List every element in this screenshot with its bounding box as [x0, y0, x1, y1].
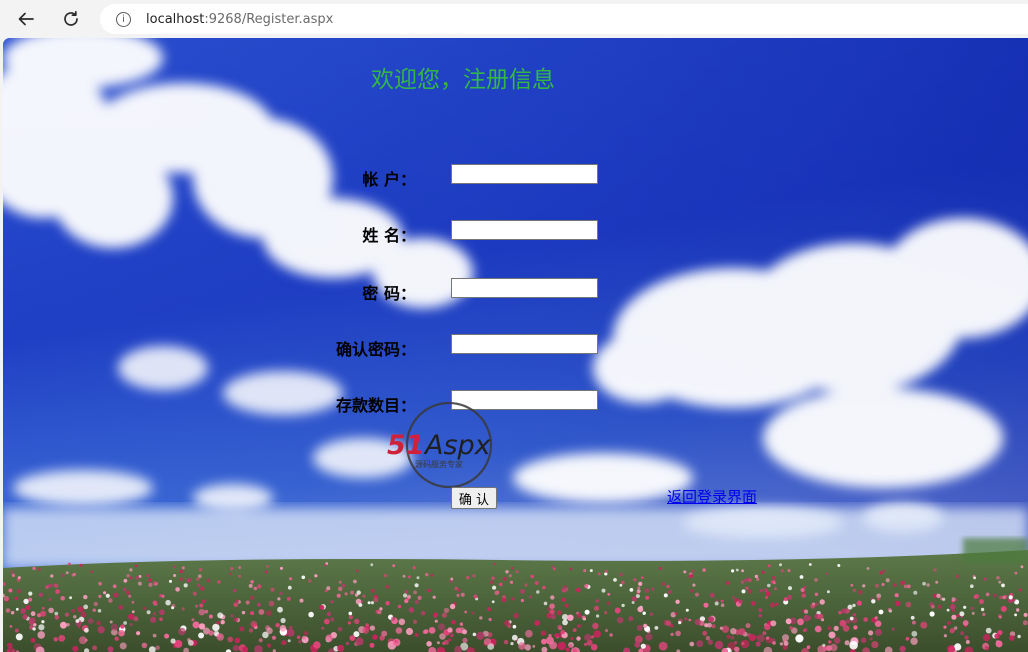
back-button[interactable]: [11, 5, 41, 33]
confirm-password-row: 确认密码：: [3, 334, 1028, 359]
confirm-password-label: 确认密码：: [335, 340, 416, 359]
confirm-password-input[interactable]: [451, 334, 598, 354]
name-label: 姓 名：: [362, 226, 416, 245]
password-label: 密 码：: [362, 284, 416, 303]
back-to-login-link[interactable]: 返回登录界面: [667, 486, 757, 507]
name-input[interactable]: [451, 220, 598, 240]
watermark-logo: 51 Aspx 源码服务专家: [387, 401, 493, 489]
page-title: 欢迎您，注册信息: [371, 67, 555, 93]
back-arrow-icon: [18, 12, 34, 26]
info-icon[interactable]: i: [116, 11, 131, 27]
password-row: 密 码：: [3, 278, 1028, 303]
watermark-brand-aspx: Aspx: [423, 430, 492, 461]
address-bar[interactable]: i localhost:9268/Register.aspx: [100, 4, 1028, 34]
confirm-button[interactable]: 确 认: [451, 487, 497, 509]
browser-toolbar: i localhost:9268/Register.aspx: [0, 0, 1028, 38]
name-row: 姓 名：: [3, 220, 1028, 245]
password-input[interactable]: [451, 278, 598, 298]
url-host: localhost: [146, 11, 205, 27]
account-input[interactable]: [451, 164, 598, 184]
page-viewport: 欢迎您，注册信息 帐 户： 姓 名： 密 码： 确认密码： 存款数目： 51 A…: [3, 38, 1028, 652]
url-text[interactable]: localhost:9268/Register.aspx: [146, 12, 333, 27]
deposit-row: 存款数目：: [3, 390, 1028, 415]
reload-button[interactable]: [56, 5, 86, 33]
watermark-tagline: 源码服务专家: [415, 459, 463, 469]
account-label: 帐 户：: [362, 170, 416, 189]
reload-icon: [64, 10, 78, 26]
url-path: :9268/Register.aspx: [204, 11, 334, 27]
watermark-brand-51: 51: [387, 430, 425, 461]
account-row: 帐 户：: [3, 164, 1028, 189]
